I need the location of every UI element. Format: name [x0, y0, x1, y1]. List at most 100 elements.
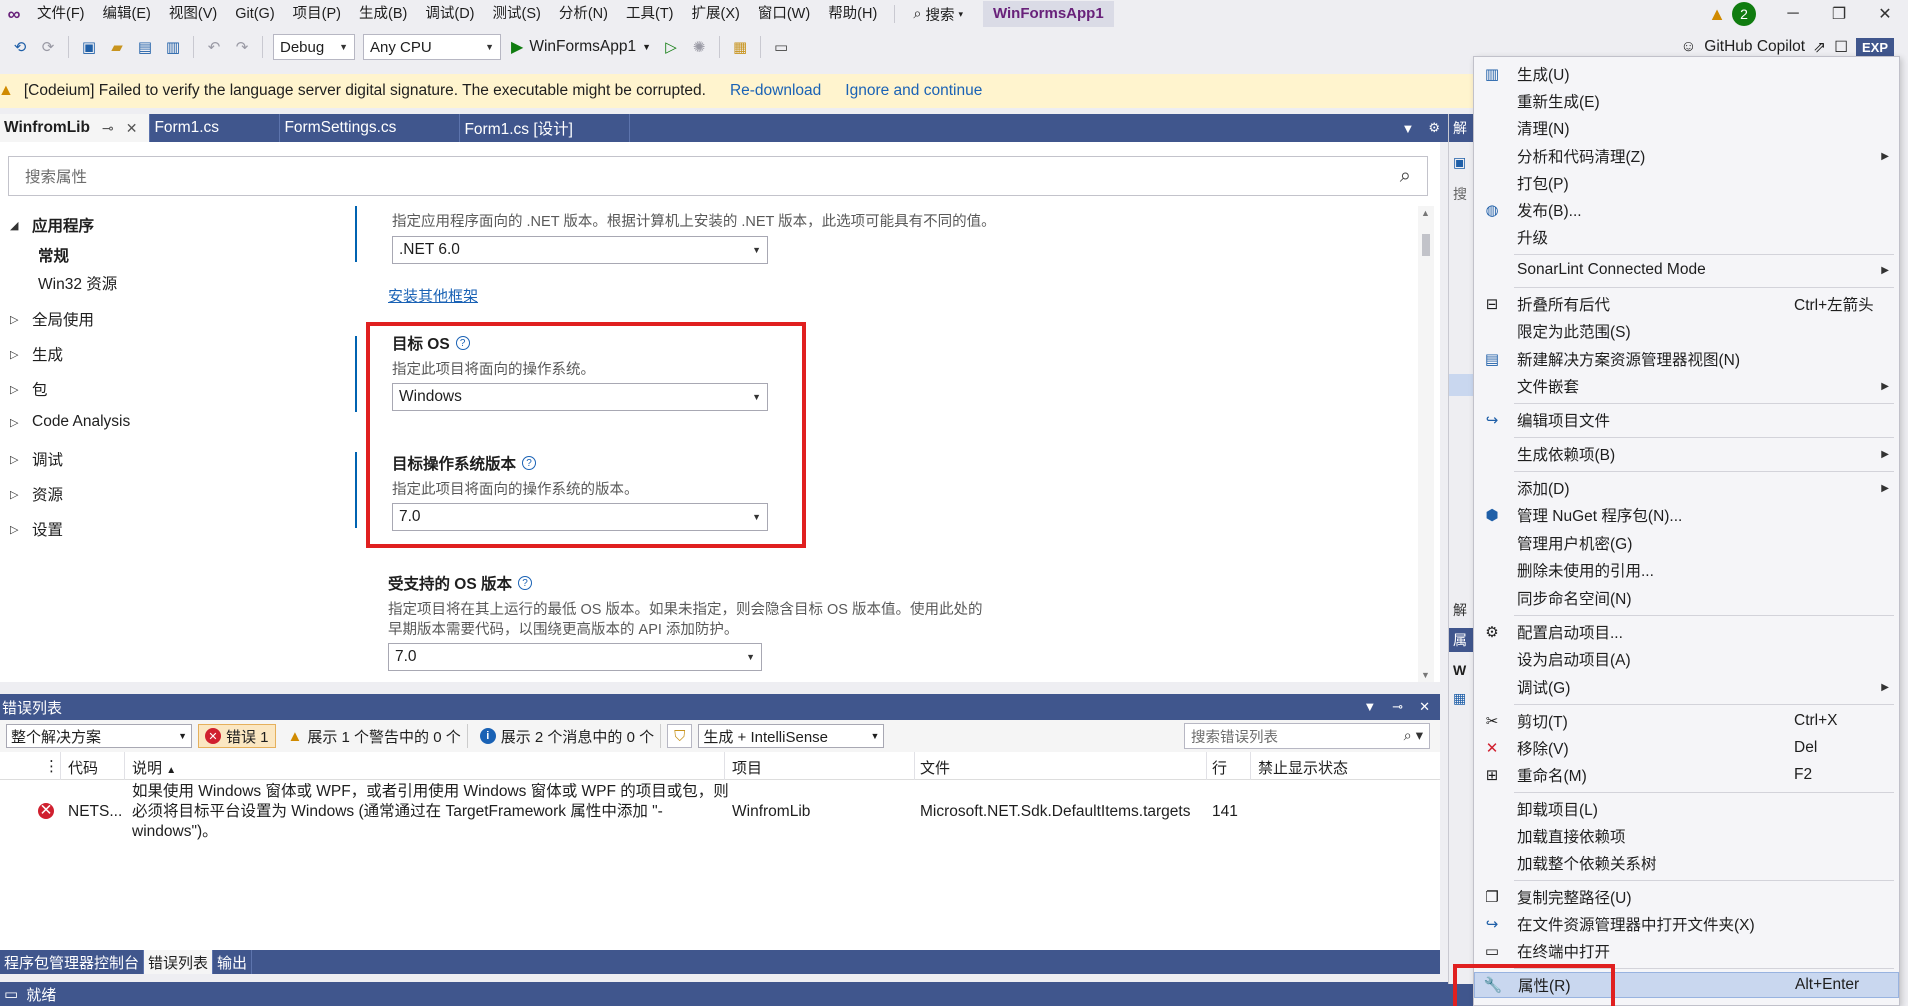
tree-item-build[interactable]: ▷ 生成 [10, 343, 63, 365]
column-description[interactable]: 说明 ▲ [132, 757, 176, 778]
tab-list-icon[interactable]: ▼ [1401, 121, 1414, 136]
open-folder-icon[interactable]: ▰ [105, 35, 129, 59]
menu-item-build-dependencies[interactable]: 生成依赖项(B) ▶ [1474, 441, 1899, 467]
menu-item-publish[interactable]: ◍ 发布(B)... [1474, 197, 1899, 223]
tab-package-manager-console[interactable]: 程序包管理器控制台 [0, 950, 145, 974]
menu-item-clean[interactable]: 清理(N) [1474, 115, 1899, 141]
tree-item-win32-resources[interactable]: Win32 资源 [0, 272, 117, 294]
tree-item-debug[interactable]: ▷ 调试 [10, 448, 63, 470]
save-icon[interactable]: ▤ [133, 35, 157, 59]
tree-item-general[interactable]: 常规 [0, 244, 69, 266]
menu-tools[interactable]: 工具(T) [617, 0, 683, 28]
tree-item-resources[interactable]: ▷ 资源 [10, 483, 63, 505]
column-suppression[interactable]: 禁止显示状态 [1258, 757, 1348, 778]
menu-item-configure-startup[interactable]: ⚙ 配置启动项目... [1474, 619, 1899, 645]
errors-filter-toggle[interactable]: ✕ 错误 1 [198, 724, 276, 748]
tab-formsettings-cs[interactable]: FormSettings.cs [280, 114, 461, 142]
warning-icon[interactable]: ▲ [1708, 4, 1726, 25]
tree-item-application[interactable]: ◢ 应用程序 [10, 214, 94, 236]
menu-item-scope-to-this[interactable]: 限定为此范围(S) [1474, 318, 1899, 344]
column-project[interactable]: 项目 [732, 757, 762, 778]
notification-badge[interactable]: 2 [1732, 2, 1756, 26]
copilot-label[interactable]: GitHub Copilot [1704, 38, 1805, 56]
property-search-input[interactable]: 搜索属性 ⌕ [8, 156, 1428, 196]
warnings-filter-toggle[interactable]: ▲ 展示 1 个警告中的 0 个 [282, 724, 468, 748]
menu-item-set-startup[interactable]: 设为启动项目(A) [1474, 646, 1899, 672]
target-framework-dropdown[interactable]: .NET 6.0 ▼ [392, 236, 768, 264]
menu-extensions[interactable]: 扩展(X) [683, 0, 749, 28]
tab-winfromlib[interactable]: WinfromLib ⊸ ✕ [0, 114, 151, 142]
menu-item-collapse-all[interactable]: ⊟ 折叠所有后代 Ctrl+左箭头 [1474, 291, 1899, 317]
menu-item-build[interactable]: ▥ 生成(U) [1474, 61, 1899, 87]
menu-item-open-in-explorer[interactable]: ↪ 在文件资源管理器中打开文件夹(X) [1474, 911, 1899, 937]
filter-button[interactable]: ⛉ [667, 724, 693, 748]
menu-item-sync-namespaces[interactable]: 同步命名空间(N) [1474, 585, 1899, 611]
menu-edit[interactable]: 编辑(E) [94, 0, 160, 28]
ignore-continue-link[interactable]: Ignore and continue [845, 82, 982, 100]
save-all-icon[interactable]: ▥ [161, 35, 185, 59]
close-icon[interactable]: ✕ [1419, 699, 1430, 715]
menu-item-file-nesting[interactable]: 文件嵌套 ▶ [1474, 373, 1899, 399]
menu-item-open-in-terminal[interactable]: ▭ 在终端中打开 [1474, 938, 1899, 964]
layout-icon[interactable]: ▭ [769, 35, 793, 59]
close-icon[interactable]: ✕ [126, 120, 138, 137]
menu-item-new-explorer-view[interactable]: ▤ 新建解决方案资源管理器视图(N) [1474, 346, 1899, 372]
error-scope-dropdown[interactable]: 整个解决方案 ▼ [6, 724, 192, 748]
tree-item-settings[interactable]: ▷ 设置 [10, 518, 63, 540]
chevron-down-icon[interactable]: ▼ [1363, 699, 1376, 715]
help-icon[interactable]: ? [518, 576, 533, 590]
tree-item-global-usings[interactable]: ▷ 全局使用 [10, 308, 94, 330]
tab-output[interactable]: 输出 [213, 950, 253, 974]
categorized-icon[interactable]: ▦ [1453, 690, 1466, 707]
feedback-icon[interactable]: ☐ [1834, 38, 1848, 57]
hot-reload-icon[interactable]: ✺ [687, 35, 711, 59]
tab-form1-design[interactable]: Form1.cs [设计] [460, 114, 631, 142]
config-dropdown[interactable]: Debug ▼ [273, 34, 355, 60]
menu-file[interactable]: 文件(F) [28, 0, 94, 28]
tab-error-list[interactable]: 错误列表 [144, 950, 214, 974]
tree-item-code-analysis[interactable]: ▷ Code Analysis [10, 413, 130, 431]
undo-icon[interactable]: ↶ [202, 35, 226, 59]
gear-icon[interactable]: ⚙ [1428, 120, 1440, 136]
menu-debug[interactable]: 调试(D) [416, 0, 483, 28]
menu-window[interactable]: 窗口(W) [749, 0, 819, 28]
column-file[interactable]: 文件 [920, 757, 950, 778]
menu-item-upgrade[interactable]: 升级 [1474, 224, 1899, 250]
column-code[interactable]: 代码 [68, 757, 98, 778]
menu-item-manage-secrets[interactable]: 管理用户机密(G) [1474, 530, 1899, 556]
minimize-button[interactable]: ─ [1770, 0, 1816, 28]
menu-item-analyze-cleanup[interactable]: 分析和代码清理(Z) ▶ [1474, 143, 1899, 169]
back-icon[interactable]: ⟲ [8, 35, 32, 59]
menu-help[interactable]: 帮助(H) [819, 0, 886, 28]
error-list-search-input[interactable]: 搜索错误列表 ⌕ ▾ [1184, 723, 1430, 749]
scrollbar-thumb[interactable] [1422, 234, 1430, 256]
close-button[interactable]: ✕ [1862, 0, 1908, 28]
menu-item-manage-nuget[interactable]: ⬢ 管理 NuGet 程序包(N)... [1474, 502, 1899, 528]
install-other-frameworks-link[interactable]: 安装其他框架 [388, 285, 478, 306]
global-search[interactable]: ⌕ 搜索 ▾ [903, 4, 973, 25]
solution-explorer-tab[interactable]: 解 [1453, 600, 1467, 620]
menu-item-edit-project-file[interactable]: ↪ 编辑项目文件 [1474, 407, 1899, 433]
platform-dropdown[interactable]: Any CPU ▼ [363, 34, 501, 60]
tab-form1-cs[interactable]: Form1.cs [150, 114, 281, 142]
redo-icon[interactable]: ↷ [230, 35, 254, 59]
menu-analyze[interactable]: 分析(N) [550, 0, 617, 28]
forward-icon[interactable]: ⟳ [36, 35, 60, 59]
menu-item-debug[interactable]: 调试(G) ▶ [1474, 674, 1899, 700]
supported-os-version-dropdown[interactable]: 7.0 ▼ [388, 643, 762, 671]
menu-view[interactable]: 视图(V) [160, 0, 226, 28]
pin-icon[interactable]: ⊸ [1392, 699, 1403, 715]
restore-button[interactable]: ❐ [1816, 0, 1862, 28]
menu-project[interactable]: 项目(P) [284, 0, 350, 28]
solution-explorer-home-icon[interactable]: ▣ [1453, 154, 1466, 171]
tree-item-package[interactable]: ▷ 包 [10, 378, 48, 400]
column-line[interactable]: 行 [1212, 757, 1227, 778]
menu-item-rebuild[interactable]: 重新生成(E) [1474, 88, 1899, 114]
menu-item-pack[interactable]: 打包(P) [1474, 170, 1899, 196]
column-filter-icon[interactable]: ⋮ [44, 757, 59, 775]
properties-scrollbar[interactable]: ▲ ▼ [1418, 206, 1434, 682]
menu-item-load-direct-deps[interactable]: 加载直接依赖项 [1474, 823, 1899, 849]
menu-item-cut[interactable]: ✂ 剪切(T) Ctrl+X [1474, 708, 1899, 734]
messages-filter-toggle[interactable]: i 展示 2 个消息中的 0 个 [474, 724, 662, 748]
build-filter-dropdown[interactable]: 生成 + IntelliSense ▼ [698, 724, 885, 748]
